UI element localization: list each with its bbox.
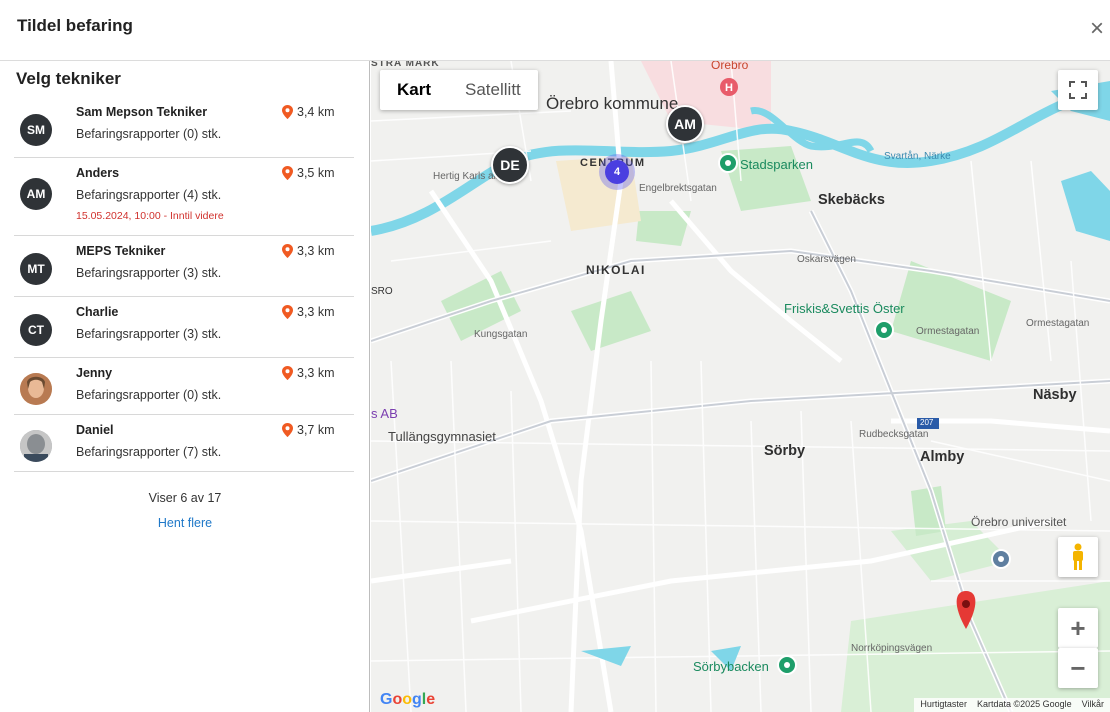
map-label-skebacks: Skebäcks	[818, 192, 885, 208]
map-label-ormestagatan: Ormestagatan	[916, 326, 980, 337]
school-icon[interactable]	[991, 549, 1011, 569]
technician-reports: Befaringsrapporter (7) stk.	[76, 445, 222, 459]
technician-reports: Befaringsrapporter (0) stk.	[76, 388, 222, 402]
recreation-icon[interactable]	[777, 655, 797, 675]
technician-row[interactable]: AM Anders Befaringsrapporter (4) stk. 15.05…	[14, 158, 354, 236]
location-pin-icon	[282, 366, 293, 380]
map-label-engelbrektsgatan: Engelbrektsgatan	[639, 183, 717, 194]
load-more-link[interactable]: Hent flere	[0, 516, 370, 530]
technician-row[interactable]: SM Sam Mepson Tekniker Befaringsrapporter …	[14, 97, 354, 158]
technician-reports: Befaringsrapporter (0) stk.	[76, 127, 222, 141]
location-pin-icon	[282, 105, 293, 119]
assign-inspection-modal: Tildel befaring × Velg tekniker SM Sam Me…	[0, 0, 1110, 712]
pegman-icon[interactable]	[1058, 537, 1098, 577]
fullscreen-icon[interactable]	[1058, 70, 1098, 110]
location-pin-icon	[282, 423, 293, 437]
map-type-map-button[interactable]: Kart	[380, 70, 448, 110]
technician-row[interactable]: Daniel Befaringsrapporter (7) stk. 3,7 km	[14, 415, 354, 472]
zoom-in-button[interactable]: +	[1058, 608, 1098, 648]
map-label-oskarsvagen: Oskarsvägen	[797, 254, 856, 265]
technician-name: Sam Mepson Tekniker	[76, 105, 208, 119]
gym-icon[interactable]	[874, 320, 894, 340]
map-footer: Hurtigtaster Kartdata ©2025 Google Vilkå…	[914, 698, 1110, 712]
technician-reports: Befaringsrapporter (3) stk.	[76, 266, 222, 280]
map-type-toggle: Kart Satellitt	[380, 70, 538, 110]
avatar: CT	[20, 314, 52, 346]
technician-reports: Befaringsrapporter (3) stk.	[76, 327, 222, 341]
map-label-norrkopingsvagen: Norrköpingsvägen	[851, 643, 933, 654]
technician-distance: 3,4 km	[282, 105, 335, 119]
map-label-sorby: Sörby	[764, 443, 806, 459]
technician-name: Anders	[76, 166, 120, 180]
technician-marker-de[interactable]: DE	[491, 146, 529, 184]
map-label-almby: Almby	[920, 449, 965, 465]
map-label-ormestagatan-east: Ormestagatan	[1026, 318, 1090, 329]
technician-name: Charlie	[76, 305, 119, 319]
map-label-orebro-hospital: Orebro	[711, 61, 749, 72]
modal-title: Tildel befaring	[17, 16, 133, 35]
distance-value: 3,3 km	[297, 305, 335, 319]
avatar	[20, 430, 52, 462]
technician-list: SM Sam Mepson Tekniker Befaringsrapporter …	[14, 97, 354, 472]
technician-availability-note: 15.05.2024, 10:00 - Inntil videre	[76, 210, 224, 222]
map-label-stra-mark: STRA MARK	[371, 61, 440, 69]
showing-count: Viser 6 av 17	[148, 491, 222, 505]
modal-header: Tildel befaring ×	[0, 0, 1110, 61]
map-label-svartan: Svartån, Närke	[884, 151, 951, 162]
map-label-tullangs: Tullängsgymnasiet	[388, 429, 496, 444]
zoom-out-button[interactable]: −	[1058, 648, 1098, 688]
technician-distance: 3,7 km	[282, 423, 335, 437]
technician-row[interactable]: CT Charlie Befaringsrapporter (3) stk. 3,3 …	[14, 297, 354, 358]
map-label-kungsgatan: Kungsgatan	[474, 329, 528, 340]
map-label-stadsparken: Stadsparken	[740, 157, 813, 172]
map-label-rudbecksgatan: Rudbecksgatan	[859, 429, 929, 440]
distance-value: 3,7 km	[297, 423, 335, 437]
location-pin-icon	[282, 305, 293, 319]
technician-name: Daniel	[76, 423, 114, 437]
distance-value: 3,4 km	[297, 105, 335, 119]
map-label-nasby: Näsby	[1033, 387, 1077, 403]
location-pin-icon	[282, 166, 293, 180]
technician-marker-am[interactable]: AM	[666, 105, 704, 143]
location-pin-icon	[282, 244, 293, 258]
map[interactable]: H Orebro STRA MARK Örebro kommune CENTRU…	[371, 61, 1110, 712]
map-label-sro: SRO	[371, 286, 393, 297]
technician-distance: 3,3 km	[282, 244, 335, 258]
close-icon[interactable]: ×	[1090, 17, 1110, 41]
technician-name: Jenny	[76, 366, 113, 380]
distance-value: 3,5 km	[297, 166, 335, 180]
technician-reports: Befaringsrapporter (4) stk.	[76, 188, 222, 202]
technician-row[interactable]: MT MEPS Tekniker Befaringsrapporter (3) st…	[14, 236, 354, 297]
keyboard-shortcuts-link[interactable]: Hurtigtaster	[920, 699, 967, 711]
avatar: MT	[20, 253, 52, 285]
cluster-count: 4	[605, 160, 629, 184]
map-label-university: Örebro universitet	[971, 515, 1067, 529]
distance-value: 3,3 km	[297, 244, 335, 258]
technician-row[interactable]: Jenny Befaringsrapporter (0) stk. 3,3 km	[14, 358, 354, 415]
map-label-road-207: 207	[920, 418, 934, 427]
map-label-friskis: Friskis&Svettis Öster	[784, 301, 905, 316]
technician-distance: 3,5 km	[282, 166, 335, 180]
map-label-ab: s AB	[371, 406, 398, 421]
park-icon[interactable]	[718, 153, 738, 173]
distance-value: 3,3 km	[297, 366, 335, 380]
panel-title: Velg tekniker	[16, 69, 121, 88]
map-label-sorbybacken: Sörbybacken	[693, 659, 769, 674]
technician-panel: Velg tekniker SM Sam Mepson Tekniker Befar…	[0, 61, 370, 712]
map-type-satellite-button[interactable]: Satellitt	[448, 70, 538, 110]
map-label-city: Örebro kommune	[546, 94, 679, 113]
avatar: SM	[20, 114, 52, 146]
map-label-nikolai: NIKOLAI	[586, 263, 646, 277]
map-data-credit: Kartdata ©2025 Google	[976, 699, 1072, 709]
avatar: AM	[20, 178, 52, 210]
terms-link[interactable]: Vilkår	[1082, 699, 1104, 711]
svg-text:H: H	[725, 82, 733, 94]
technician-name: MEPS Tekniker	[76, 244, 166, 258]
marker-cluster[interactable]: 4	[599, 154, 635, 190]
avatar	[20, 373, 52, 405]
technician-distance: 3,3 km	[282, 366, 335, 380]
google-logo: Google	[380, 691, 436, 708]
technician-distance: 3,3 km	[282, 305, 335, 319]
